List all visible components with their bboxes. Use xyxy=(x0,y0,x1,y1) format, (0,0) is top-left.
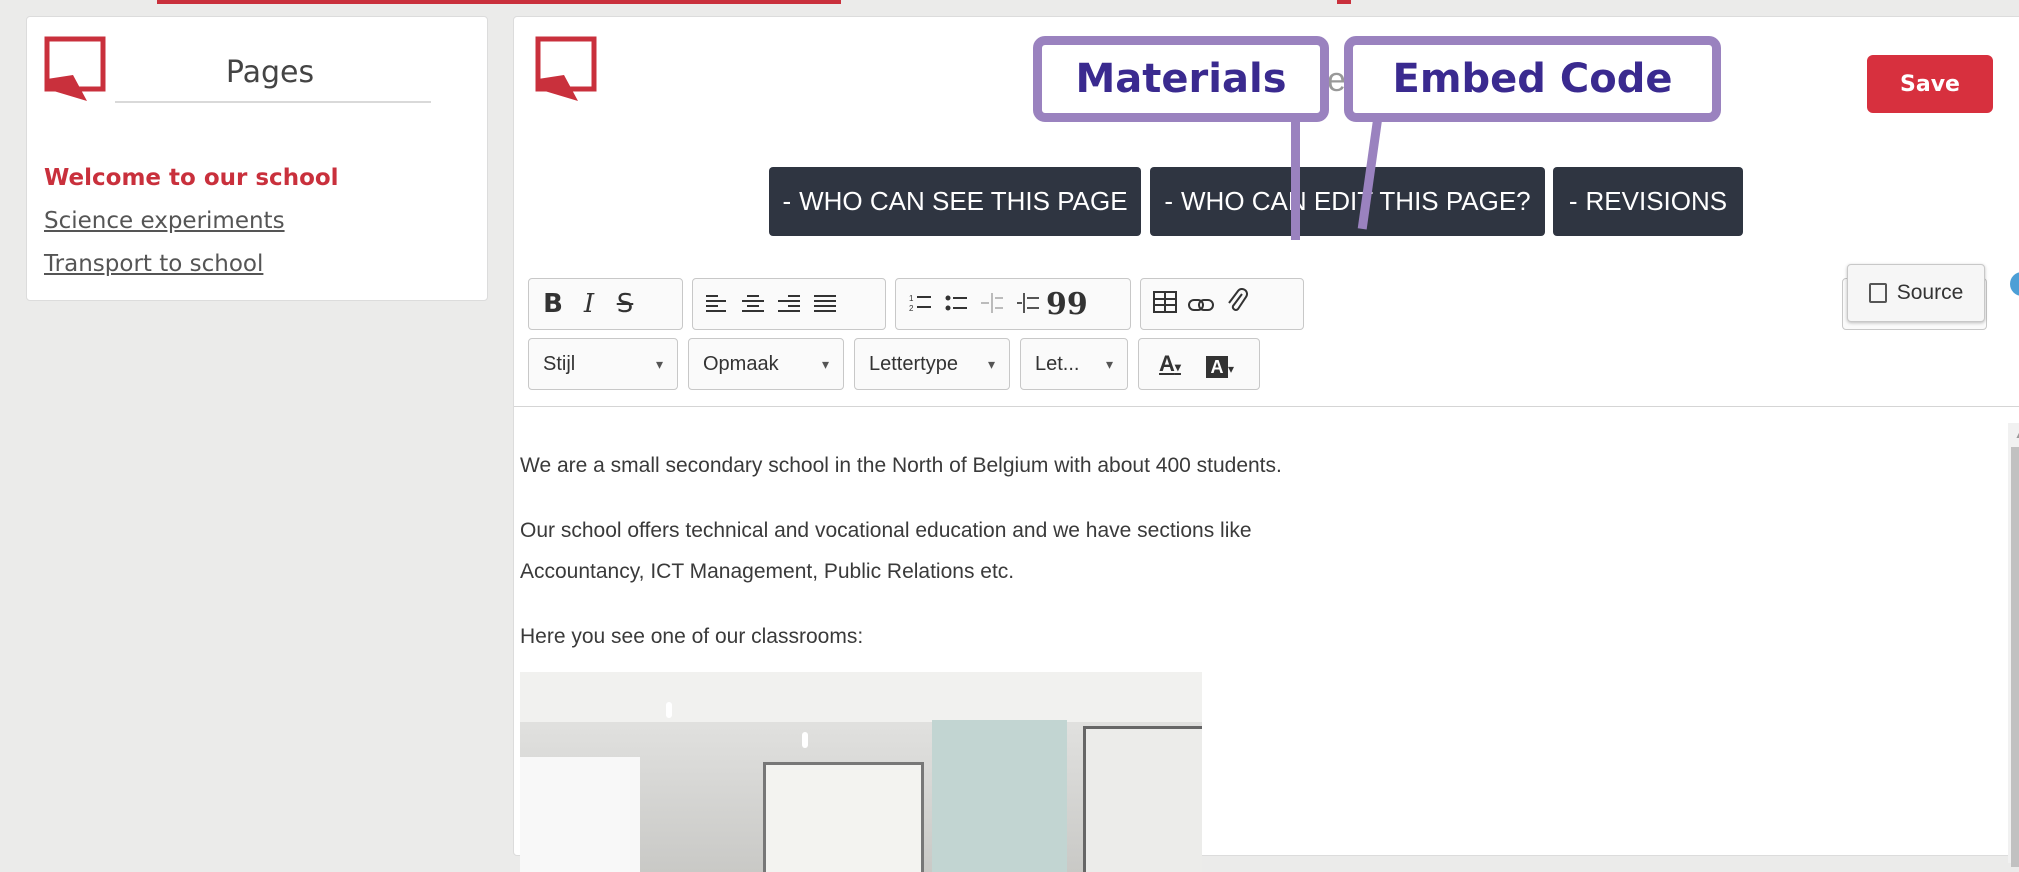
source-label: Source xyxy=(1896,281,1964,304)
callout-pointer xyxy=(1291,120,1300,240)
alignment-group xyxy=(692,278,886,330)
app-logo-icon xyxy=(44,36,106,101)
bg-color-label: A xyxy=(1205,355,1228,378)
photo-projection-screen xyxy=(932,720,1067,872)
paperclip-icon xyxy=(1228,287,1248,311)
format-dropdown-label: Opmaak xyxy=(703,352,779,375)
nav-item-welcome[interactable]: Welcome to our school xyxy=(44,157,339,200)
outdent-icon xyxy=(981,292,1003,313)
editor-panel: e Save - WHO CAN SEE THIS PAGE - WHO CAN… xyxy=(513,16,2019,872)
align-center-icon xyxy=(742,294,764,312)
text-color-label: A xyxy=(1159,351,1175,376)
style-dropdown[interactable]: Stijl ▾ xyxy=(528,338,678,390)
who-can-see-button[interactable]: - WHO CAN SEE THIS PAGE xyxy=(769,167,1141,236)
info-icon[interactable]: i xyxy=(2010,272,2019,296)
numbered-list-button[interactable]: 12 xyxy=(902,289,938,320)
pages-nav: Welcome to our school Science experiment… xyxy=(44,157,339,286)
color-group: A▾ A ▾ xyxy=(1138,338,1260,390)
sidebar-title: Pages xyxy=(225,55,315,90)
justify-icon xyxy=(814,294,836,312)
size-dropdown[interactable]: Let... ▾ xyxy=(1020,338,1128,390)
svg-text:1: 1 xyxy=(909,294,914,303)
bullet-list-button[interactable] xyxy=(938,289,974,320)
list-group: 12 99 xyxy=(895,278,1131,330)
chevron-down-icon: ▾ xyxy=(821,355,829,372)
indent-icon xyxy=(1017,292,1039,313)
photo-whiteboard xyxy=(1083,726,1202,872)
photo-whiteboard xyxy=(763,762,924,872)
content-divider xyxy=(514,406,2019,407)
classroom-photo xyxy=(520,672,1202,872)
style-dropdown-label: Stijl xyxy=(543,352,576,375)
insert-group xyxy=(1140,278,1304,330)
format-dropdown[interactable]: Opmaak ▾ xyxy=(688,338,844,390)
materials-callout: Materials xyxy=(1033,36,1329,122)
table-button[interactable] xyxy=(1147,289,1183,320)
chevron-down-icon: ▾ xyxy=(655,355,663,372)
who-can-edit-label: WHO CAN EDIT THIS PAGE? xyxy=(1181,186,1531,216)
align-right-button[interactable] xyxy=(771,289,807,320)
justify-button[interactable] xyxy=(807,289,843,320)
chevron-down-icon: ▾ xyxy=(987,355,995,372)
revisions-button[interactable]: - REVISIONS xyxy=(1553,167,1743,236)
align-left-icon xyxy=(706,294,726,312)
nav-item-transport[interactable]: Transport to school xyxy=(44,243,339,286)
align-left-button[interactable] xyxy=(699,289,735,320)
background-color-button[interactable]: A ▾ xyxy=(1195,349,1245,380)
svg-text:2: 2 xyxy=(909,304,914,313)
size-dropdown-label: Let... xyxy=(1035,352,1080,375)
font-dropdown[interactable]: Lettertype ▾ xyxy=(854,338,1010,390)
link-icon xyxy=(1188,298,1214,311)
dash-glyph: - xyxy=(1164,186,1174,216)
content-paragraph: We are a small secondary school in the N… xyxy=(520,454,1282,477)
numbered-list-icon: 12 xyxy=(909,294,931,313)
app-logo-icon xyxy=(535,36,597,101)
nav-item-science[interactable]: Science experiments xyxy=(44,200,339,243)
photo-lamp xyxy=(802,732,808,748)
source-button[interactable]: Source xyxy=(1847,264,1985,322)
align-right-icon xyxy=(778,294,800,312)
link-button[interactable] xyxy=(1183,289,1219,320)
text-color-button[interactable]: A▾ xyxy=(1145,351,1195,377)
who-can-see-label: WHO CAN SEE THIS PAGE xyxy=(799,186,1128,216)
italic-button[interactable]: I xyxy=(571,289,607,319)
revisions-label: REVISIONS xyxy=(1585,186,1728,216)
source-icon xyxy=(1868,283,1887,303)
table-icon xyxy=(1153,290,1177,313)
dash-glyph: - xyxy=(1568,186,1578,216)
photo-ceiling xyxy=(520,672,1202,722)
dash-glyph: - xyxy=(782,186,792,216)
strikethrough-button[interactable]: S xyxy=(607,289,643,319)
sidebar-divider xyxy=(115,101,431,103)
attachment-button[interactable] xyxy=(1219,287,1255,321)
who-can-edit-button[interactable]: - WHO CAN EDIT THIS PAGE? xyxy=(1150,167,1545,236)
indent-button[interactable] xyxy=(1010,289,1046,320)
align-center-button[interactable] xyxy=(735,289,771,320)
editor-content[interactable]: We are a small secondary school in the N… xyxy=(520,445,1620,681)
basic-style-group: B I S xyxy=(528,278,683,330)
blockquote-button[interactable]: 99 xyxy=(1046,287,1088,322)
bold-button[interactable]: B xyxy=(535,289,571,319)
bullet-list-icon xyxy=(945,295,967,310)
photo-lamp xyxy=(666,702,672,718)
outdent-button[interactable] xyxy=(974,289,1010,320)
pages-sidebar: Pages Welcome to our school Science expe… xyxy=(26,16,488,301)
embed-code-callout: Embed Code xyxy=(1344,36,1721,122)
font-dropdown-label: Lettertype xyxy=(869,352,958,375)
top-accent-line xyxy=(157,0,841,4)
save-button[interactable]: Save xyxy=(1867,55,1993,113)
chevron-down-icon: ▾ xyxy=(1105,355,1113,372)
scrollbar-thumb[interactable] xyxy=(2011,447,2019,867)
top-accent-line-right xyxy=(1337,0,1351,4)
photo-window xyxy=(520,757,640,872)
content-paragraph: Here you see one of our classrooms: xyxy=(520,625,864,648)
scroll-up-arrow-icon[interactable]: ▲ xyxy=(2014,427,2019,441)
content-paragraph: Our school offers technical and vocation… xyxy=(520,519,1252,583)
